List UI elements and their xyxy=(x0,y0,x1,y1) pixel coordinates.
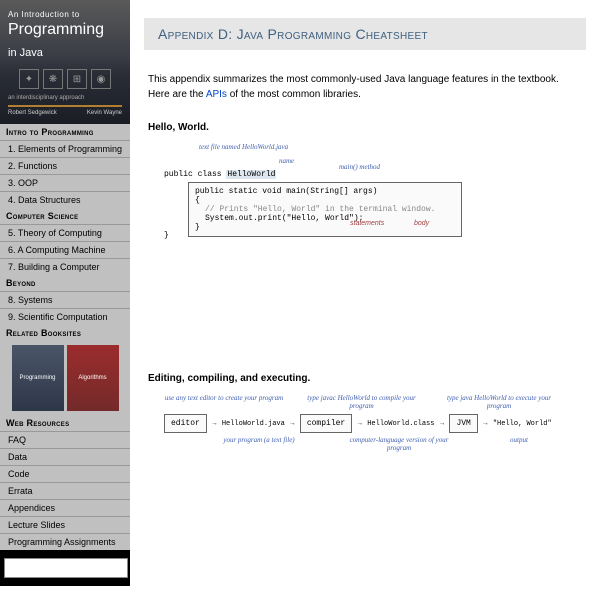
subhead-editing: Editing, compiling, and executing. xyxy=(148,373,582,384)
search-input[interactable] xyxy=(4,558,128,578)
subhead-hello: Hello, World. xyxy=(148,122,582,133)
related-book-algorithms[interactable]: Algorithms xyxy=(67,345,119,411)
cover-icon-flower: ❋ xyxy=(43,69,63,89)
flow-box-compiler: compiler xyxy=(300,414,352,433)
nav-errata[interactable]: Errata xyxy=(0,482,130,499)
flow-label-run: type java HelloWorld to execute your pro… xyxy=(439,394,559,410)
nav-header-beyond: Beyond xyxy=(0,275,130,291)
main-content: Appendix D: Java Programming Cheatsheet … xyxy=(130,0,600,586)
flow-box-jvm: JVM xyxy=(449,414,477,433)
cover-icon-spiral: ◉ xyxy=(91,69,111,89)
method-sig: public static void main(String[] args) xyxy=(195,187,455,196)
author-2: Kevin Wayne xyxy=(87,110,122,116)
page-title: Appendix D: Java Programming Cheatsheet xyxy=(144,18,586,50)
nav-data[interactable]: Data xyxy=(0,448,130,465)
book-cover: An Introduction to Programming in Java ✦… xyxy=(0,0,130,124)
flow-box-editor: editor xyxy=(164,414,207,433)
annot-statements: statements xyxy=(350,220,384,227)
apis-link[interactable]: APIs xyxy=(206,89,227,100)
related-books: Programming Algorithms xyxy=(0,341,130,415)
annot-file: text file named HelloWorld.java xyxy=(199,143,288,151)
arrow-icon: → xyxy=(356,420,363,427)
nav-machine[interactable]: 6. A Computing Machine xyxy=(0,241,130,258)
intro-paragraph: This appendix summarizes the most common… xyxy=(148,72,582,102)
related-book-programming[interactable]: Programming xyxy=(12,345,64,411)
book-pretitle: An Introduction to xyxy=(8,10,122,19)
nav-data-structures[interactable]: 4. Data Structures xyxy=(0,191,130,208)
cover-icon-compass: ✦ xyxy=(19,69,39,89)
spacer xyxy=(130,263,600,373)
annot-body: body xyxy=(414,220,429,227)
flow-label-edit: use any text editor to create your progr… xyxy=(164,394,284,410)
nav-assignments[interactable]: Programming Assignments xyxy=(0,533,130,550)
flow-label-compile: type javac HelloWorld to compile your pr… xyxy=(302,394,422,410)
nav-header-intro: Intro to Programming xyxy=(0,124,130,140)
flow-file-java: HelloWorld.java xyxy=(222,420,285,428)
code-comment: // Prints "Hello, World" in the terminal… xyxy=(195,205,455,214)
sidebar: An Introduction to Programming in Java ✦… xyxy=(0,0,130,586)
nav-building[interactable]: 7. Building a Computer xyxy=(0,258,130,275)
nav-theory[interactable]: 5. Theory of Computing xyxy=(0,224,130,241)
nav-appendices[interactable]: Appendices xyxy=(0,499,130,516)
arrow-icon: → xyxy=(482,420,489,427)
nav-header-resources: Web Resources xyxy=(0,415,130,431)
intro-text-2: of the most common libraries. xyxy=(227,89,361,100)
nav-slides[interactable]: Lecture Slides xyxy=(0,516,130,533)
arrow-icon: → xyxy=(289,420,296,427)
flow-under-output: output xyxy=(494,436,544,452)
book-tagline: an interdisciplinary approach xyxy=(8,95,122,101)
compile-flow-diagram: use any text editor to create your progr… xyxy=(164,394,582,452)
arrow-icon: → xyxy=(211,420,218,427)
class-decl: public class HelloWorld xyxy=(164,169,276,179)
nav-elements[interactable]: 1. Elements of Programming xyxy=(0,140,130,157)
hello-world-diagram: text file named HelloWorld.java name mai… xyxy=(164,143,582,233)
cover-icons: ✦ ❋ ⊞ ◉ xyxy=(8,69,122,89)
nav-code[interactable]: Code xyxy=(0,465,130,482)
annot-main: main() method xyxy=(339,163,380,171)
nav-faq[interactable]: FAQ xyxy=(0,431,130,448)
nav-header-cs: Computer Science xyxy=(0,208,130,224)
outer-close: } xyxy=(164,231,169,240)
method-body-box: public static void main(String[] args) {… xyxy=(188,182,462,237)
brace-open: { xyxy=(195,196,455,205)
arrow-icon: → xyxy=(438,420,445,427)
nav-systems[interactable]: 8. Systems xyxy=(0,291,130,308)
nav-functions[interactable]: 2. Functions xyxy=(0,157,130,174)
annot-name: name xyxy=(279,157,294,165)
book-subtitle: in Java xyxy=(8,47,122,59)
flow-file-class: HelloWorld.class xyxy=(367,420,434,428)
book-title: Programming xyxy=(8,21,122,39)
flow-under-program: your program (a text file) xyxy=(214,436,304,452)
search-container xyxy=(0,550,130,586)
class-name: HelloWorld xyxy=(226,170,276,179)
nav-header-booksites: Related Booksites xyxy=(0,325,130,341)
author-1: Robert Sedgewick xyxy=(8,110,57,116)
book-divider xyxy=(8,105,122,107)
nav-oop[interactable]: 3. OOP xyxy=(0,174,130,191)
book-authors: Robert Sedgewick Kevin Wayne xyxy=(8,110,122,116)
flow-under-bytecode: computer-language version of your progra… xyxy=(344,436,454,452)
cover-icon-network: ⊞ xyxy=(67,69,87,89)
nav-scientific[interactable]: 9. Scientific Computation xyxy=(0,308,130,325)
flow-output: "Hello, World" xyxy=(493,420,552,428)
